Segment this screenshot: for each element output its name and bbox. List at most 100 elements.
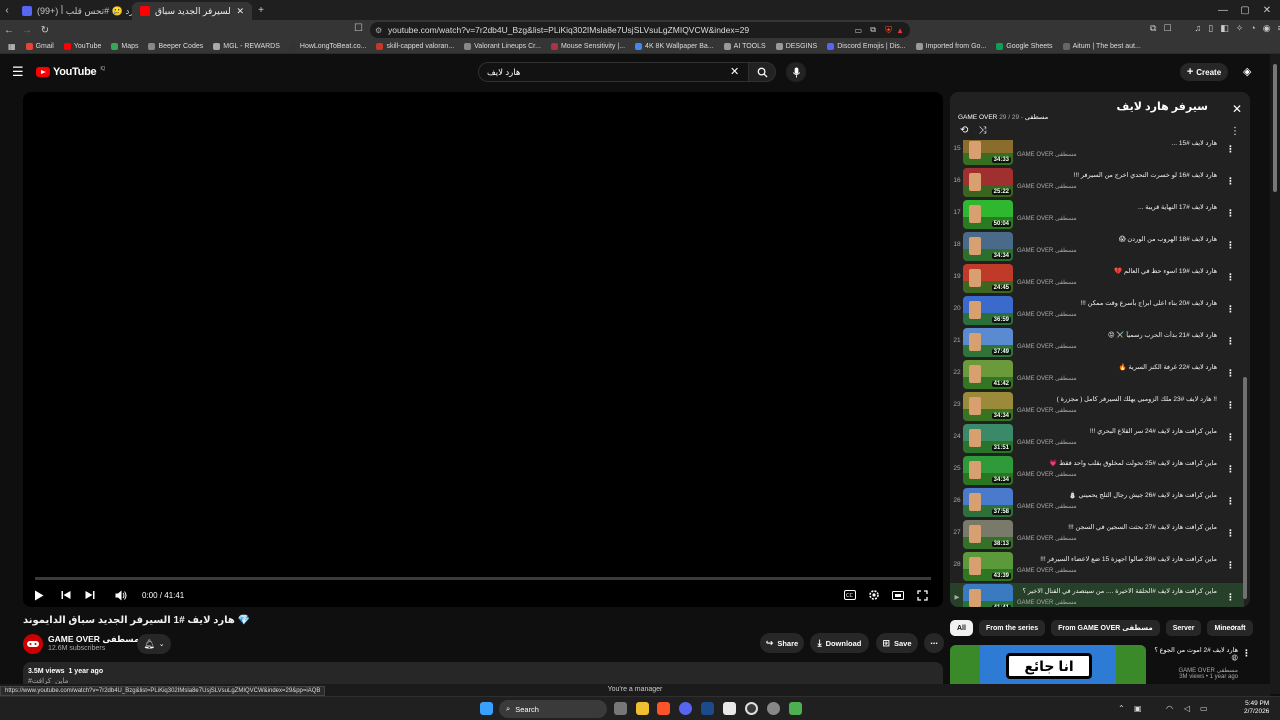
download-button[interactable]: ⤓ Download (810, 633, 869, 653)
recommended-channel-name[interactable]: GAME OVER مسطفى (1150, 667, 1238, 674)
playlist-thumbnail[interactable]: 38:13 (963, 520, 1013, 549)
brave-shield-icon[interactable]: ⛨ (885, 25, 892, 36)
captions-button[interactable]: CC (844, 586, 856, 604)
bookmark-item[interactable]: MGL - REWARDS (213, 43, 280, 50)
task-view-icon[interactable] (614, 702, 627, 715)
chip-minecraft[interactable]: Minecraft (1207, 620, 1253, 636)
playlist-item[interactable]: 20 36:59 هارد لايف #20 بناء اعلى ابراج بأس… (950, 295, 1244, 327)
browser-tab[interactable]: (99+) إراج نشتاق لتكارد 🥲 #تحس قلب أ... (14, 2, 132, 20)
apps-grid-icon[interactable]: ▦ (8, 42, 16, 51)
bookmark-item[interactable]: Imported from Go... (915, 43, 986, 50)
save-button[interactable]: ⊞ Save (876, 633, 918, 653)
windows-start-icon[interactable] (480, 702, 493, 715)
bookmark-star-icon[interactable]: ☐ (354, 23, 363, 34)
bookmark-item[interactable]: Aitum | The best aut... (1062, 43, 1141, 50)
fullscreen-button[interactable] (917, 586, 928, 604)
volume-button[interactable] (115, 586, 127, 604)
playlist-thumbnail[interactable]: 37:58 (963, 488, 1013, 517)
channel-name[interactable]: GAME OVER مسطفى ● (48, 634, 146, 645)
loop-icon[interactable]: ⟲ (960, 125, 968, 136)
minecraft-icon[interactable] (789, 702, 802, 715)
wifi-icon[interactable]: ◠ (1166, 704, 1173, 713)
chevron-right-icon[interactable]: › (1232, 622, 1235, 633)
recommended-more-icon[interactable]: ⋮ (1242, 648, 1251, 659)
playlist-item[interactable]: 28 43:39 ماين كرافت هارد لايف #28 صالوا اج… (950, 551, 1244, 583)
playlist-thumbnail[interactable]: 41:41 (963, 584, 1013, 607)
settings-button[interactable] (868, 586, 880, 604)
wallet-icon[interactable]: ◧ (1220, 23, 1229, 34)
leo-icon[interactable]: ✧ (1236, 23, 1244, 34)
tab-back-icon[interactable]: ‹ (0, 1, 14, 19)
notifications-icon[interactable]: ◈ (1243, 65, 1251, 78)
close-playlist-icon[interactable]: ✕ (1232, 102, 1242, 116)
bookmark-item[interactable]: YouTube (63, 43, 101, 50)
subscribed-bell-button[interactable]: 🔔︎ ⌄ (137, 634, 171, 654)
more-vertical-icon[interactable]: ⋮ (1226, 336, 1235, 347)
playlist-item[interactable]: 27 38:13 ماين كرافت هارد لايف #27 بحثت الس… (950, 519, 1244, 551)
discord-icon[interactable] (679, 702, 692, 715)
more-vertical-icon[interactable]: ⋮ (1226, 560, 1235, 571)
media-icon[interactable]: ♫ (1195, 23, 1202, 34)
playlist-title[interactable]: سيرفر هارد لايف (1117, 100, 1208, 113)
playlist-item[interactable]: 25 34:34 ماين كرافت هارد لايف #25 تحولت لم… (950, 455, 1244, 487)
minimize-button[interactable]: — (1212, 0, 1234, 20)
playlist-item[interactable]: 24 31:51 ماين كرافت هارد لايف #24 سر القلا… (950, 423, 1244, 455)
bookmark-item[interactable]: Beeper Codes (148, 43, 203, 50)
playlist-more-icon[interactable]: ⋮ (1230, 126, 1240, 137)
more-vertical-icon[interactable]: ⋮ (1226, 400, 1235, 411)
playlist-item[interactable]: 21 37:49 هارد لايف #21 بدأت الحرب رسمياً ⚔… (950, 327, 1244, 359)
share-button[interactable]: ↪ Share (760, 633, 804, 653)
playlist-thumbnail[interactable]: 36:59 (963, 296, 1013, 325)
voice-search-button[interactable] (786, 62, 806, 82)
capcut-icon[interactable] (723, 702, 736, 715)
site-info-icon[interactable]: ⚙ (375, 26, 382, 35)
chip-all[interactable]: All (950, 620, 973, 636)
battery-icon[interactable]: ▭ (1200, 704, 1208, 713)
playlist-thumbnail[interactable]: 34:34 (963, 456, 1013, 485)
shuffle-icon[interactable]: ⤨ (978, 125, 986, 136)
back-icon[interactable]: ← (0, 21, 18, 39)
speaker-icon[interactable]: ◁ (1184, 704, 1190, 713)
share-url-icon[interactable]: ⧉ (870, 25, 876, 35)
bookmark-item[interactable]: Mouse Sensitivity |... (550, 43, 625, 50)
bookmark-item[interactable]: Maps (111, 43, 138, 50)
playlist-scrollbar[interactable] (1243, 377, 1247, 599)
profile-icon[interactable]: ◉ (1263, 23, 1271, 34)
playlist-item[interactable]: 19 24:45 هارد لايف #19 اسوء حظ في العالم 💔… (950, 263, 1244, 295)
more-actions-button[interactable]: ⋯ (924, 633, 944, 653)
video-player[interactable]: 0:00 / 41:41 CC (23, 92, 943, 607)
more-vertical-icon[interactable]: ⋮ (1226, 144, 1235, 155)
playlist-thumbnail[interactable]: 41:42 (963, 360, 1013, 389)
playlist-item[interactable]: 16 25:22 هارد لايف #16 لو خسرت التحدي اخرج… (950, 167, 1244, 199)
playlist-thumbnail[interactable]: 31:51 (963, 424, 1013, 453)
bookmark-item[interactable]: Discord Emojis | Dis... (827, 43, 906, 50)
scrollbar-thumb[interactable] (1273, 64, 1277, 192)
playlist-thumbnail[interactable]: 34:33 (963, 140, 1013, 165)
more-vertical-icon[interactable]: ⋮ (1226, 592, 1235, 603)
brave-browser-icon[interactable] (657, 702, 670, 715)
playlist-item[interactable]: 23 34:34 !! هارد لايف #23 ملك الزومبي يهلك… (950, 391, 1244, 423)
close-window-button[interactable]: ✕ (1256, 0, 1278, 20)
more-vertical-icon[interactable]: ⋮ (1226, 368, 1235, 379)
extension-icon[interactable]: ⧉ (1150, 23, 1156, 34)
settings-app-icon[interactable] (767, 702, 780, 715)
sidebar-icon[interactable]: ▯ (1208, 23, 1213, 34)
extension-icon[interactable]: ☐ (1163, 23, 1171, 34)
close-tab-icon[interactable]: ✕ (236, 6, 244, 17)
more-vertical-icon[interactable]: ⋮ (1226, 432, 1235, 443)
theater-mode-button[interactable] (892, 586, 904, 604)
playlist-item[interactable]: 26 37:58 ماين كرافت هارد لايف #26 جيش رجال… (950, 487, 1244, 519)
recommended-title[interactable]: هارد لايف #2 اموت من الجوع ؟ 😩 (1150, 646, 1238, 662)
taskbar-search[interactable]: ⌕ Search (499, 700, 607, 718)
play-button[interactable] (34, 586, 44, 604)
file-explorer-icon[interactable] (636, 702, 649, 715)
previous-button[interactable] (61, 586, 71, 604)
playlist-thumbnail[interactable]: 37:49 (963, 328, 1013, 357)
reload-icon[interactable]: ↻ (36, 21, 54, 39)
more-vertical-icon[interactable]: ⋮ (1226, 272, 1235, 283)
playlist-thumbnail[interactable]: 25:22 (963, 168, 1013, 197)
chip-server[interactable]: Server (1165, 620, 1202, 636)
progress-bar[interactable] (35, 577, 931, 580)
bookmark-item[interactable]: Gmail (25, 43, 54, 50)
more-vertical-icon[interactable]: ⋮ (1226, 240, 1235, 251)
